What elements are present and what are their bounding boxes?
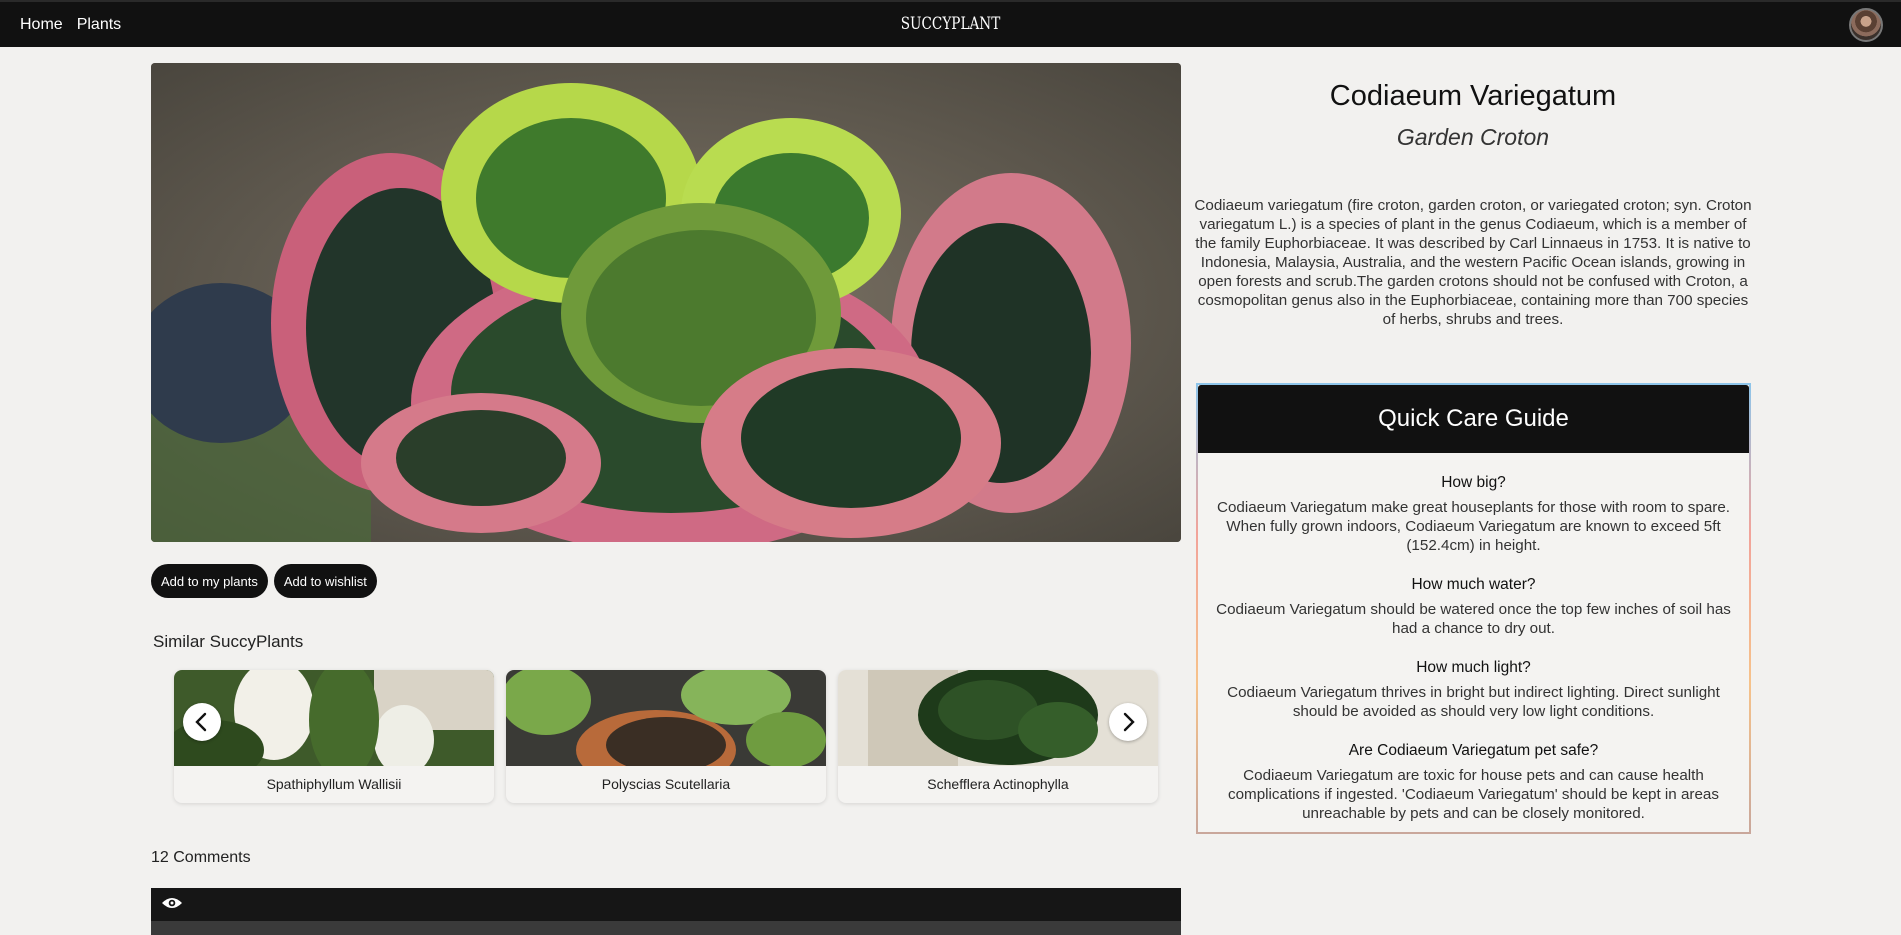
care-guide-title: Quick Care Guide xyxy=(1198,385,1749,453)
top-navbar: Home Plants SUCCYPLANT xyxy=(0,0,1901,47)
plant-description: Codiaeum variegatum (fire croton, garden… xyxy=(1194,197,1752,328)
care-item-water: How much water? Codiaeum Variegatum shou… xyxy=(1198,576,1749,638)
plant-actions: Add to my plants Add to wishlist xyxy=(151,564,377,598)
care-answer: Codiaeum Variegatum thrives in bright bu… xyxy=(1227,684,1720,720)
similar-plant-image xyxy=(506,670,826,766)
plant-hero-image xyxy=(151,63,1181,542)
nav-home-link[interactable]: Home xyxy=(20,16,63,34)
add-to-wishlist-button[interactable]: Add to wishlist xyxy=(273,564,377,598)
similar-plants-heading: Similar SuccyPlants xyxy=(153,632,304,651)
similar-plant-image xyxy=(174,670,494,766)
carousel-next-button[interactable] xyxy=(1109,703,1147,741)
comments-count: 12 Comments xyxy=(151,849,251,866)
quick-care-guide: Quick Care Guide How big? Codiaeum Varie… xyxy=(1196,383,1751,834)
similar-plant-card[interactable]: Polyscias Scutellaria xyxy=(506,670,826,803)
care-answer: Codiaeum Variegatum should be watered on… xyxy=(1216,601,1731,637)
care-answer: Codiaeum Variegatum make great houseplan… xyxy=(1217,499,1730,554)
comment-input-strip xyxy=(151,921,1181,935)
care-answer: Codiaeum Variegatum are toxic for house … xyxy=(1228,767,1719,822)
care-item-size: How big? Codiaeum Variegatum make great … xyxy=(1198,474,1749,555)
care-item-light: How much light? Codiaeum Variegatum thri… xyxy=(1198,659,1749,721)
care-question: How much light? xyxy=(1416,659,1531,676)
plant-common-name: Garden Croton xyxy=(1396,124,1550,150)
care-question: How big? xyxy=(1441,474,1506,491)
brand-logo[interactable]: SUCCYPLANT xyxy=(190,2,1711,47)
carousel-prev-button[interactable] xyxy=(183,703,221,741)
eye-icon[interactable] xyxy=(161,896,183,910)
similar-plant-name: Spathiphyllum Wallisii xyxy=(266,776,402,792)
chevron-right-icon xyxy=(1123,712,1135,732)
care-question: How much water? xyxy=(1411,576,1536,593)
comment-panel xyxy=(151,888,1181,935)
similar-plant-card[interactable]: Spathiphyllum Wallisii xyxy=(174,670,494,803)
similar-plant-name: Schefflera Actinophylla xyxy=(927,776,1069,792)
chevron-left-icon xyxy=(195,712,207,732)
user-avatar[interactable] xyxy=(1849,8,1883,42)
add-to-my-plants-button[interactable]: Add to my plants xyxy=(151,564,268,598)
nav-links: Home Plants xyxy=(20,2,121,47)
care-question: Are Codiaeum Variegatum pet safe? xyxy=(1348,742,1599,759)
plant-name-title: Codiaeum Variegatum xyxy=(1329,80,1617,112)
nav-plants-link[interactable]: Plants xyxy=(77,16,121,34)
similar-plant-name: Polyscias Scutellaria xyxy=(601,776,731,792)
care-item-pets: Are Codiaeum Variegatum pet safe? Codiae… xyxy=(1198,742,1749,823)
similar-plants-carousel: Spathiphyllum Wallisii Polyscias Scutell… xyxy=(174,670,1159,803)
